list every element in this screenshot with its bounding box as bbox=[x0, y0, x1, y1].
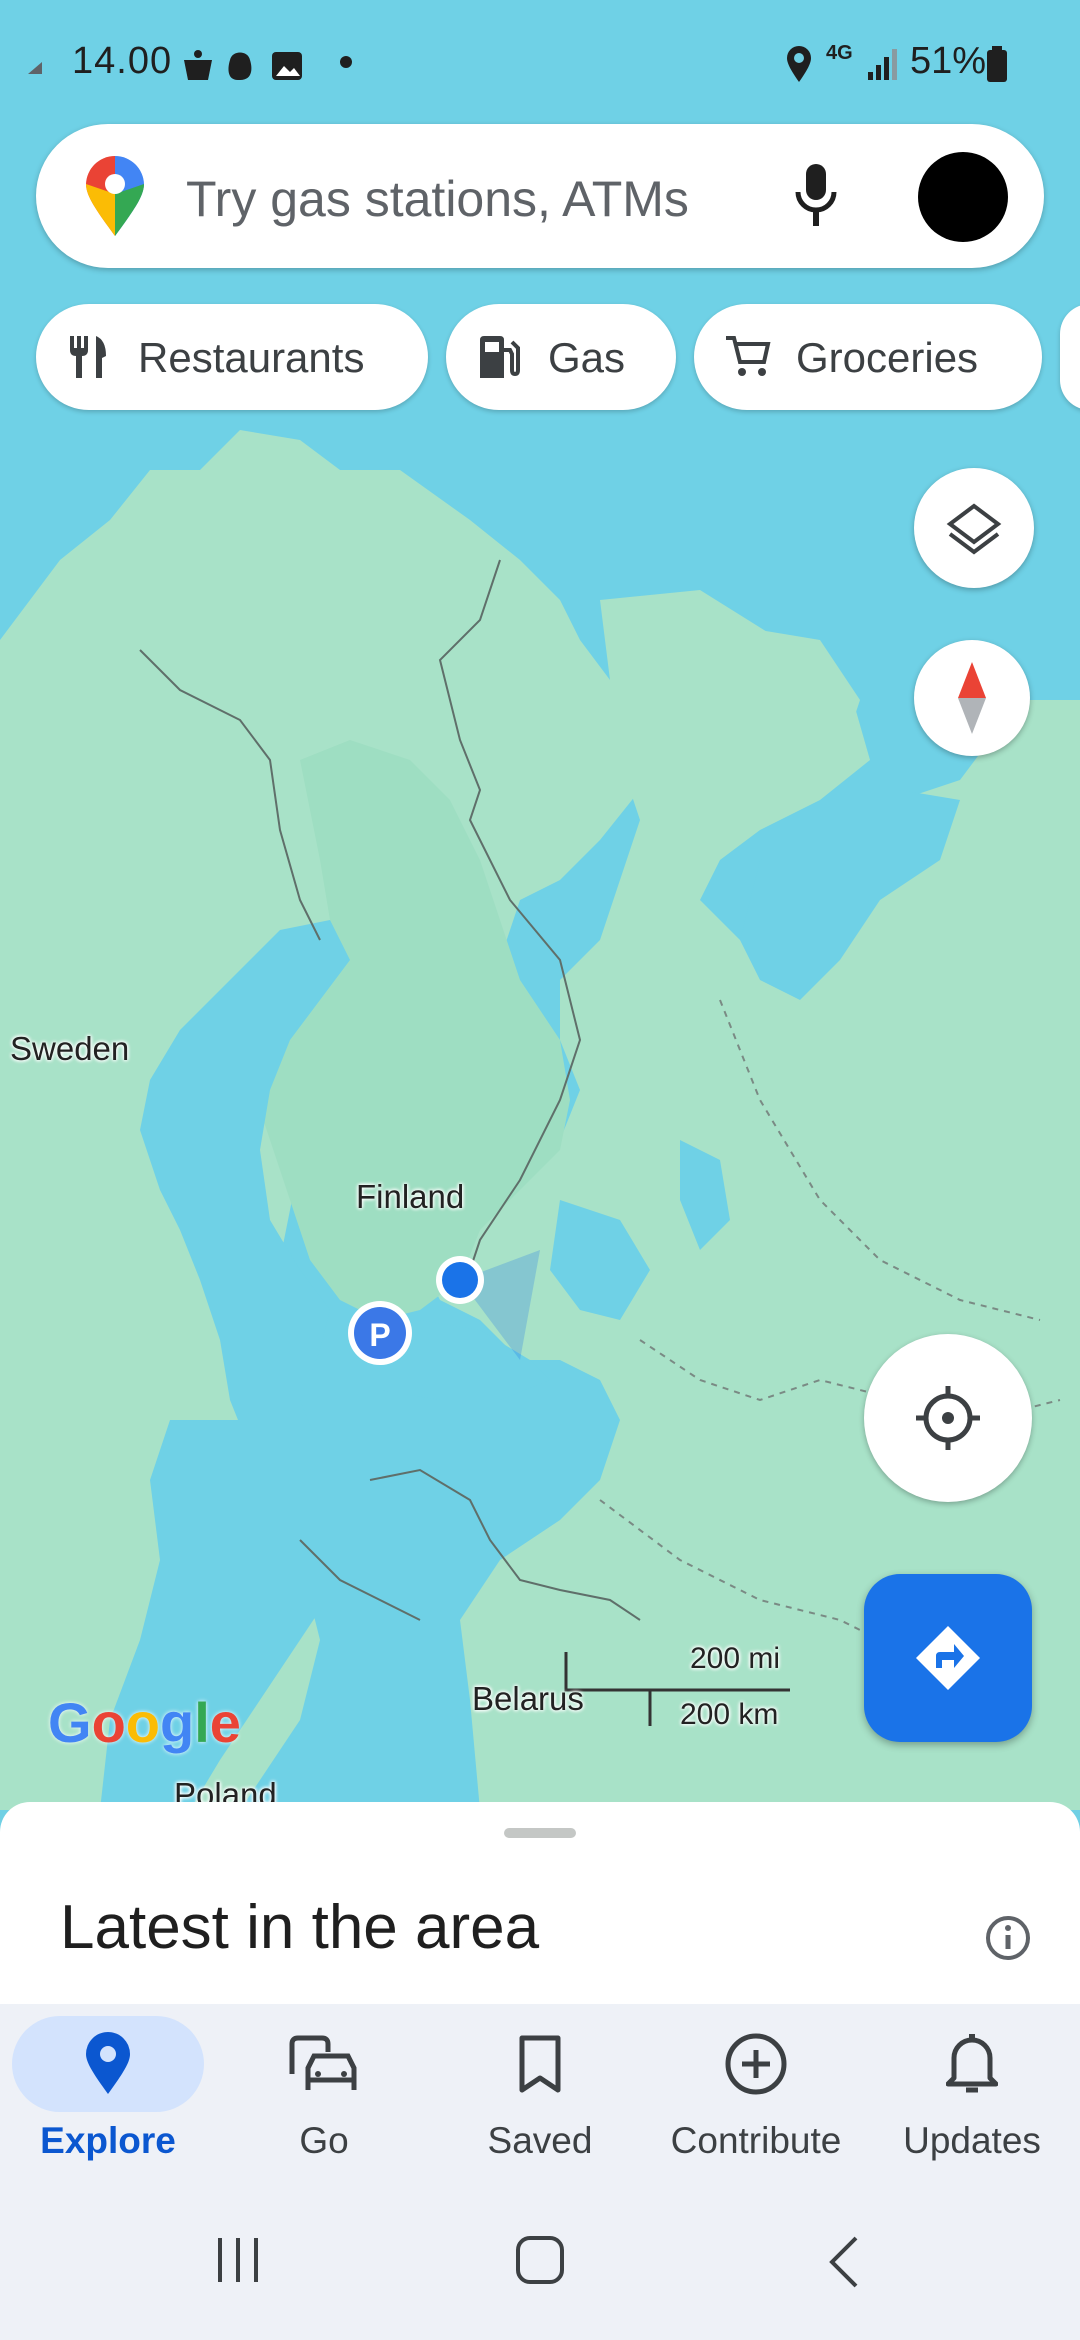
battery-icon bbox=[987, 46, 1007, 82]
nav-explore[interactable]: Explore bbox=[0, 2004, 216, 2194]
nav-updates-label: Updates bbox=[903, 2120, 1041, 2161]
nav-saved[interactable]: Saved bbox=[432, 2004, 648, 2194]
directions-icon bbox=[916, 1626, 980, 1690]
bottom-navigation: Explore Go Saved Contribute Updates bbox=[0, 2004, 1080, 2194]
commute-icon bbox=[289, 2035, 357, 2090]
fork-knife-icon bbox=[70, 336, 106, 378]
nav-contribute-label: Contribute bbox=[670, 2120, 842, 2161]
compass-icon bbox=[958, 662, 986, 734]
home-icon[interactable] bbox=[514, 2234, 566, 2286]
cast-icon bbox=[28, 62, 42, 74]
gas-pump-icon bbox=[480, 336, 520, 378]
compass-button[interactable] bbox=[914, 640, 1030, 756]
chip-restaurants[interactable]: Restaurants bbox=[36, 304, 428, 410]
cart-icon bbox=[726, 336, 771, 376]
nav-explore-label: Explore bbox=[40, 2120, 176, 2161]
map-label-belarus: Belarus bbox=[472, 1680, 584, 1717]
map-graphic: P bbox=[0, 0, 1080, 1810]
scale-miles: 200 mi bbox=[690, 1642, 781, 1675]
add-circle-icon bbox=[725, 2033, 787, 2095]
status-time: 14.00 bbox=[72, 40, 173, 82]
signal-icon bbox=[868, 49, 897, 80]
layers-icon bbox=[946, 503, 1002, 555]
nav-go-label: Go bbox=[299, 2120, 349, 2161]
status-bar: 14.00 4G 51% bbox=[0, 0, 1080, 120]
explore-pin-icon bbox=[86, 2032, 130, 2094]
layers-button[interactable] bbox=[914, 468, 1034, 588]
google-logo: Google bbox=[48, 1691, 241, 1754]
maps-pin-logo bbox=[86, 156, 144, 236]
nav-updates[interactable]: Updates bbox=[864, 2004, 1080, 2194]
search-input[interactable]: Try gas stations, ATMs bbox=[186, 170, 689, 228]
chip-gas[interactable]: Gas bbox=[446, 304, 676, 410]
sheet-drag-handle[interactable] bbox=[504, 1828, 576, 1838]
map-label-sweden: Sweden bbox=[10, 1030, 130, 1067]
nav-go[interactable]: Go bbox=[216, 2004, 432, 2194]
my-location-button[interactable] bbox=[864, 1334, 1032, 1502]
svg-text:P: P bbox=[369, 1317, 390, 1353]
microphone-icon[interactable] bbox=[794, 162, 838, 230]
chip-more[interactable] bbox=[1060, 304, 1080, 410]
search-bar[interactable]: Try gas stations, ATMs bbox=[36, 124, 1044, 268]
chip-groceries[interactable]: Groceries bbox=[694, 304, 1042, 410]
bookmark-icon bbox=[519, 2035, 561, 2093]
bottom-sheet[interactable]: Latest in the area bbox=[0, 1802, 1080, 2012]
recents-icon[interactable] bbox=[214, 2236, 262, 2284]
info-icon[interactable] bbox=[984, 1914, 1032, 1962]
avatar[interactable] bbox=[918, 152, 1008, 242]
nav-contribute[interactable]: Contribute bbox=[648, 2004, 864, 2194]
map-label-finland: Finland bbox=[356, 1178, 465, 1215]
network-type: 4G bbox=[826, 42, 853, 64]
system-navigation-bar bbox=[0, 2194, 1080, 2340]
location-icon bbox=[787, 46, 811, 82]
back-icon[interactable] bbox=[826, 2234, 862, 2290]
directions-button[interactable] bbox=[864, 1574, 1032, 1742]
notification-icons bbox=[184, 50, 302, 80]
bell-icon bbox=[946, 2034, 998, 2093]
scale-km: 200 km bbox=[680, 1698, 779, 1731]
crosshair-icon bbox=[916, 1386, 980, 1450]
chip-restaurants-label: Restaurants bbox=[138, 334, 365, 381]
sheet-title: Latest in the area bbox=[60, 1893, 540, 1962]
chip-gas-label: Gas bbox=[548, 334, 626, 381]
map-canvas[interactable]: P Sweden Finland Belarus Poland 200 mi 2… bbox=[0, 0, 1080, 1813]
battery-percentage: 51% bbox=[910, 40, 987, 82]
nav-saved-label: Saved bbox=[487, 2120, 593, 2161]
dot-icon bbox=[340, 56, 352, 68]
chip-groceries-label: Groceries bbox=[796, 334, 979, 381]
